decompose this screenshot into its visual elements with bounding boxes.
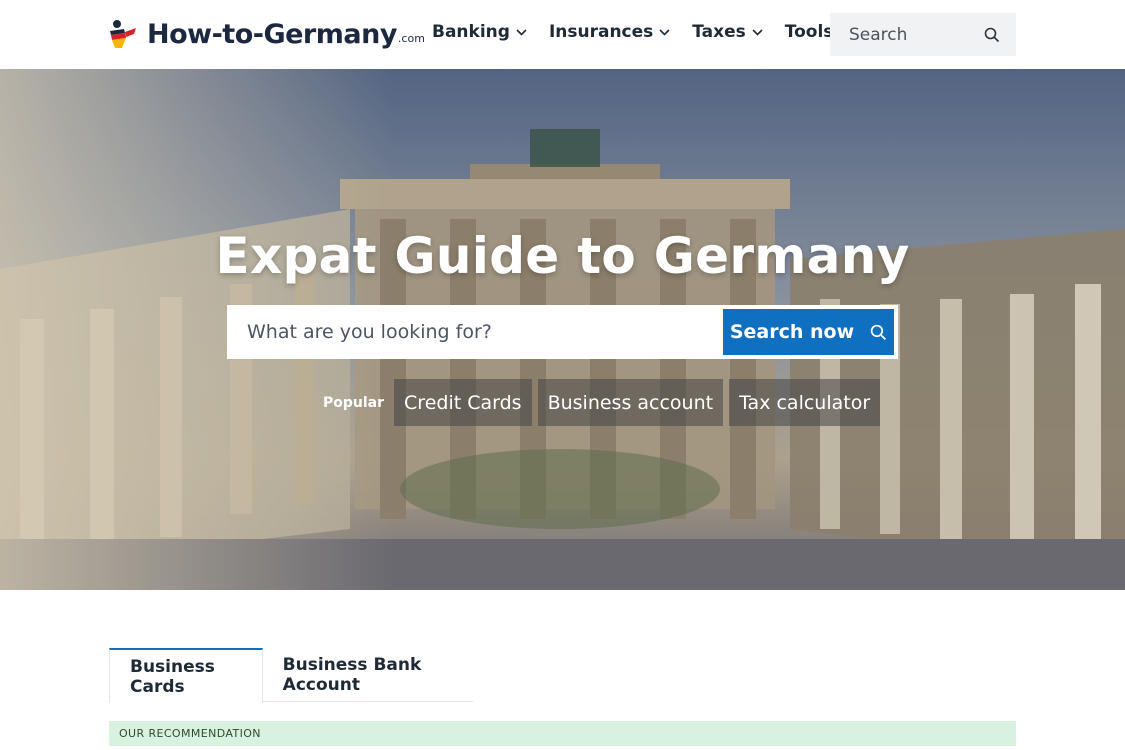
main-nav: Banking Insurances Taxes Tools [432, 22, 872, 42]
chevron-down-icon [752, 28, 763, 36]
recommendation-label: OUR RECOMMENDATION [119, 727, 261, 740]
tab-label: Business Bank Account [282, 655, 422, 695]
popular-links: Popular Credit Cards Business account Ta… [323, 379, 886, 426]
tab-business-cards[interactable]: Business Cards [109, 648, 263, 703]
nav-item-banking[interactable]: Banking [432, 22, 527, 42]
search-icon[interactable] [984, 27, 1000, 43]
search-icon [870, 324, 887, 340]
tab-label: Business Cards [130, 656, 215, 697]
comparison-tabs: Business Cards Business Bank Account [109, 648, 473, 703]
nav-item-label: Insurances [548, 22, 654, 42]
hero-title: Expat Guide to Germany [215, 227, 910, 285]
header-search-input[interactable] [849, 24, 969, 45]
chip-label: Credit Cards [404, 391, 522, 414]
chevron-down-icon [516, 28, 527, 36]
person-flag-icon [110, 20, 136, 48]
nav-item-label: Taxes [692, 22, 746, 42]
search-now-label: Search now [729, 321, 855, 343]
popular-chip-credit-cards[interactable]: Credit Cards [394, 379, 532, 426]
nav-item-label: Banking [432, 22, 510, 42]
chip-label: Tax calculator [739, 391, 871, 414]
chevron-down-icon [659, 28, 670, 36]
nav-item-taxes[interactable]: Taxes [692, 22, 763, 42]
hero-search-input[interactable] [231, 309, 723, 355]
popular-label: Popular [323, 394, 385, 411]
hero-search-box: Search now [227, 305, 898, 359]
logo-text: How-to-Germany [147, 18, 397, 50]
nav-item-insurances[interactable]: Insurances [549, 22, 670, 42]
chip-label: Business account [547, 391, 714, 414]
popular-chip-business-account[interactable]: Business account [537, 379, 724, 426]
header-search [830, 13, 1016, 56]
recommendation-banner: OUR RECOMMENDATION [109, 721, 1016, 746]
logo-tld: .com [397, 31, 425, 45]
tab-business-bank-account[interactable]: Business Bank Account [263, 648, 473, 702]
nav-item-label: Tools [784, 22, 834, 42]
popular-chip-tax-calculator[interactable]: Tax calculator [729, 379, 881, 426]
hero-section: Expat Guide to Germany Search now Popula… [0, 69, 1125, 590]
search-now-button[interactable]: Search now [723, 309, 894, 355]
site-header: How-to-Germany .com Banking Insurances T… [0, 0, 1125, 69]
site-logo[interactable]: How-to-Germany .com [108, 18, 425, 50]
